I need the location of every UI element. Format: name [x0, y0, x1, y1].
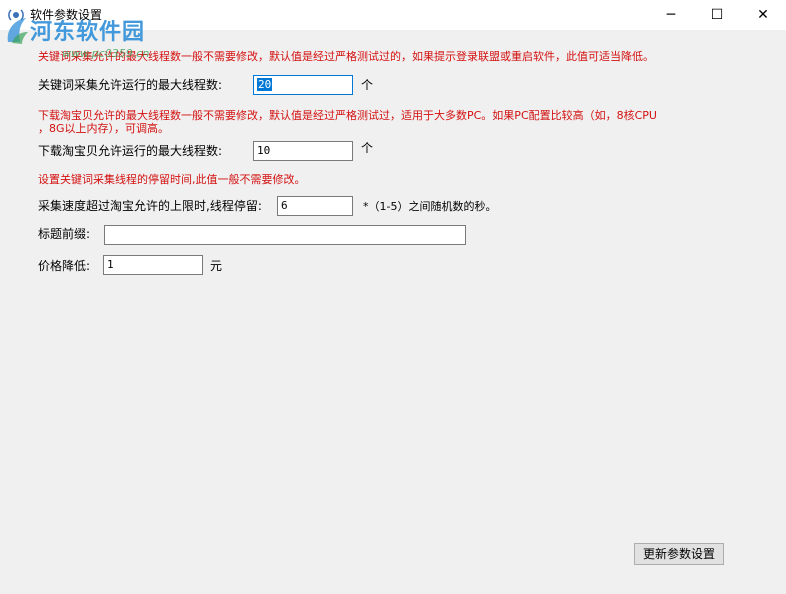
update-settings-button[interactable]: 更新参数设置 [634, 543, 724, 565]
keyword-threads-value: 20 [257, 78, 273, 91]
download-threads-input[interactable]: 10 [253, 141, 353, 161]
title-prefix-label: 标题前缀: [38, 227, 91, 241]
keyword-threads-note: 关键词采集允许的最大线程数一般不需要修改，默认值是经过严格测试过的，如果提示登录… [38, 50, 654, 63]
download-threads-unit: 个 [361, 141, 374, 155]
pause-note: 设置关键词采集线程的停留时间,此值一般不需要修改。 [38, 173, 306, 186]
maximize-button[interactable]: ☐ [694, 0, 740, 30]
close-button[interactable]: ✕ [740, 0, 786, 30]
download-threads-label: 下载淘宝贝允许运行的最大线程数: [38, 144, 223, 158]
download-threads-note-line1: 下载淘宝贝允许的最大线程数一般不需要修改，默认值是经过严格测试过，适用于大多数P… [38, 109, 657, 122]
pause-seconds-input[interactable]: 6 [277, 196, 353, 216]
price-reduce-unit: 元 [210, 259, 223, 273]
maximize-icon: ☐ [710, 7, 724, 23]
price-reduce-input[interactable]: 1 [103, 255, 203, 275]
close-icon: ✕ [757, 7, 769, 23]
title-bar[interactable]: 软件参数设置 ─ ☐ ✕ [0, 0, 786, 30]
title-prefix-input[interactable] [104, 225, 466, 245]
pause-suffix: *（1-5）之间随机数的秒。 [363, 200, 497, 213]
pause-label: 采集速度超过淘宝允许的上限时,线程停留: [38, 199, 262, 213]
keyword-threads-input[interactable]: 20 [253, 75, 353, 95]
price-reduce-label: 价格降低: [38, 259, 91, 273]
window-title: 软件参数设置 [30, 8, 103, 22]
keyword-threads-label: 关键词采集允许运行的最大线程数: [38, 78, 223, 92]
download-threads-note-line2: ，8G以上内存），可调高。 [38, 122, 170, 135]
app-icon [8, 9, 24, 21]
keyword-threads-unit: 个 [361, 78, 374, 92]
minimize-icon: ─ [666, 7, 676, 23]
minimize-button[interactable]: ─ [648, 0, 694, 30]
settings-window: 软件参数设置 ─ ☐ ✕ 关键词采集允许的最大线程数一般不需要修改，默认值是经过… [0, 0, 786, 594]
